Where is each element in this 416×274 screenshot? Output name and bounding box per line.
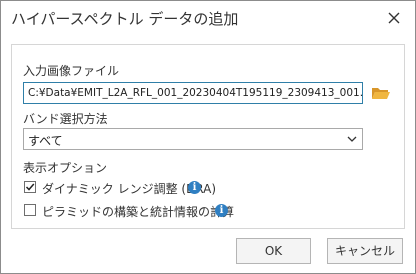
pyramids-statistics-option[interactable]: ピラミッドの構築と統計情報の計算 [24, 202, 234, 220]
input-file-field[interactable] [23, 82, 363, 104]
display-options-label: 表示オプション [23, 161, 108, 175]
band-selection-value: すべて [28, 134, 63, 148]
add-hyperspectral-data-dialog: ハイパースペクトル データの追加 入力画像ファイル バンド選択方法 すべて 表示… [0, 0, 416, 274]
parameters-panel: 入力画像ファイル バンド選択方法 すべて 表示オプション ダイナミック レ [11, 44, 405, 229]
info-icon[interactable]: i [215, 204, 228, 217]
close-icon [388, 12, 400, 24]
dra-checkbox[interactable] [24, 181, 36, 193]
band-selection-dropdown[interactable]: すべて [23, 128, 363, 150]
ok-button[interactable]: OK [236, 238, 311, 264]
chevron-down-icon [347, 136, 357, 142]
folder-icon [372, 88, 390, 99]
dialog-title: ハイパースペクトル データの追加 [11, 10, 239, 28]
browse-button[interactable] [371, 84, 391, 102]
pyramids-statistics-checkbox[interactable] [24, 204, 36, 216]
info-icon[interactable]: i [188, 181, 201, 194]
cancel-button[interactable]: キャンセル [327, 238, 403, 264]
checkmark-icon [25, 183, 35, 191]
input-file-label: 入力画像ファイル [23, 64, 120, 78]
band-selection-label: バンド選択方法 [23, 112, 108, 126]
input-file-input[interactable] [24, 83, 362, 103]
pyramids-statistics-option-label: ピラミッドの構築と統計情報の計算 [42, 205, 235, 219]
close-button[interactable] [385, 9, 403, 27]
title-bar: ハイパースペクトル データの追加 [1, 1, 415, 37]
